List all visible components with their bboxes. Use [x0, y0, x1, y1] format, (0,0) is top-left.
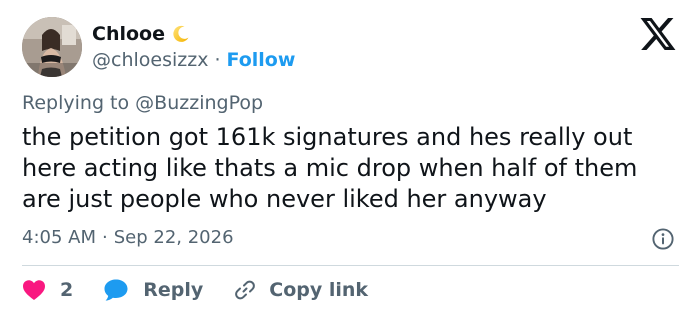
- tweet-card: Chlooe @chloesizzx · Follow Replying to …: [0, 0, 700, 318]
- info-icon[interactable]: [652, 228, 674, 250]
- author-handle-row: @chloesizzx · Follow: [92, 48, 295, 72]
- link-icon: [233, 278, 257, 302]
- tweet-date: Sep 22, 2026: [113, 227, 234, 248]
- tweet-text: the petition got 161k signatures and hes…: [22, 122, 687, 215]
- replying-to-prefix: Replying to: [22, 92, 130, 114]
- crescent-moon-icon: [171, 24, 191, 44]
- tweet-text-line: here acting like thats a mic drop when h…: [22, 154, 638, 182]
- tweet-text-line: the petition got 161k signatures and hes…: [22, 123, 633, 151]
- replying-to-handle[interactable]: @BuzzingPop: [135, 92, 263, 114]
- like-count: 2: [60, 279, 74, 301]
- x-logo-icon[interactable]: [640, 18, 676, 50]
- like-button[interactable]: 2: [22, 279, 73, 301]
- author-name-row: Chlooe: [92, 22, 191, 46]
- tweet-text-line: are just people who never liked her anyw…: [22, 185, 547, 213]
- author-display-name[interactable]: Chlooe: [92, 23, 165, 45]
- timestamp-separator: ·: [102, 227, 108, 248]
- tweet-time: 4:05 AM: [22, 227, 96, 248]
- handle-separator: ·: [214, 49, 221, 71]
- reply-label: Reply: [143, 279, 204, 301]
- avatar-photo: [22, 17, 82, 77]
- divider: [22, 265, 679, 266]
- follow-button[interactable]: Follow: [227, 49, 296, 71]
- copy-link-label: Copy link: [269, 279, 369, 301]
- action-bar: 2 Reply Copy link: [22, 276, 368, 304]
- author-handle[interactable]: @chloesizzx: [92, 49, 208, 71]
- speech-bubble-icon: [103, 278, 129, 302]
- reply-button[interactable]: Reply: [103, 278, 203, 302]
- replying-to: Replying to @BuzzingPop: [22, 92, 263, 114]
- avatar[interactable]: [22, 17, 82, 77]
- copy-link-button[interactable]: Copy link: [233, 278, 368, 302]
- heart-icon: [22, 279, 46, 301]
- tweet-timestamp[interactable]: 4:05 AM · Sep 22, 2026: [22, 227, 234, 248]
